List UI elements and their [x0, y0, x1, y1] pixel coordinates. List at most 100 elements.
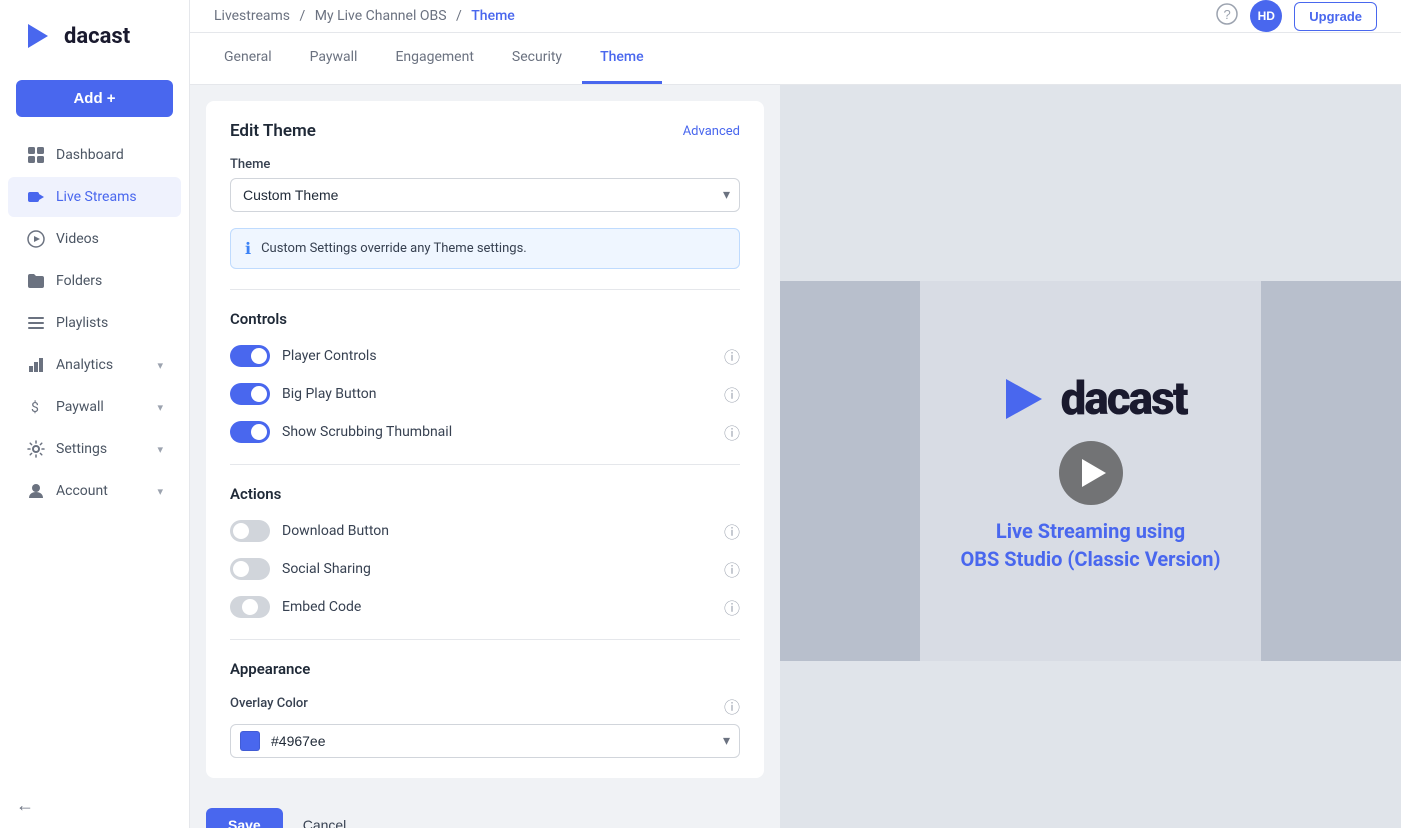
svg-text:?: ?	[1224, 7, 1231, 22]
sidebar-item-folders[interactable]: Folders	[8, 261, 181, 301]
info-text: Custom Settings override any Theme setti…	[261, 241, 527, 256]
sidebar-item-paywall[interactable]: $ Paywall ▾	[8, 387, 181, 427]
preview-caption: Live Streaming using OBS Studio (Classic…	[960, 517, 1220, 573]
sidebar-item-dashboard[interactable]: Dashboard	[8, 135, 181, 175]
preview-caption-line2: OBS Studio (Classic Version)	[960, 547, 1220, 571]
play-circle[interactable]	[1059, 441, 1123, 505]
play-triangle	[1082, 459, 1106, 487]
download-info-icon[interactable]: ⓘ	[724, 519, 740, 543]
edit-scroll-area: Edit Theme Advanced Theme Custom Theme D…	[190, 85, 780, 794]
actions-section-title: Actions	[230, 485, 740, 503]
scrubbing-row: Show Scrubbing Thumbnail ⓘ	[230, 420, 740, 444]
player-controls-info-icon[interactable]: ⓘ	[724, 344, 740, 368]
social-sharing-row: Social Sharing ⓘ	[230, 557, 740, 581]
theme-field-label: Theme	[230, 157, 740, 172]
sidebar-item-label: Analytics	[56, 357, 113, 373]
sidebar-item-videos[interactable]: Videos	[8, 219, 181, 259]
cancel-button[interactable]: Cancel	[293, 808, 357, 828]
toggle-knob	[251, 386, 267, 402]
left-edit-area: Edit Theme Advanced Theme Custom Theme D…	[190, 85, 780, 828]
chevron-down-icon: ▾	[157, 485, 163, 498]
sidebar-item-label: Folders	[56, 273, 102, 289]
sidebar-item-label: Dashboard	[56, 147, 124, 163]
big-play-info-icon[interactable]: ⓘ	[724, 382, 740, 406]
user-avatar-button[interactable]: HD	[1250, 0, 1282, 32]
dollar-icon: $	[26, 397, 46, 417]
tab-general[interactable]: General	[206, 33, 290, 84]
breadcrumb-livestreams[interactable]: Livestreams	[214, 8, 290, 24]
video-icon	[26, 187, 46, 207]
sidebar-item-label: Paywall	[56, 399, 104, 415]
dacast-logo-icon	[20, 18, 56, 54]
sidebar-item-live-streams[interactable]: Live Streams	[8, 177, 181, 217]
breadcrumb-channel[interactable]: My Live Channel OBS	[315, 8, 447, 24]
chevron-down-icon: ▾	[157, 401, 163, 414]
section-divider-controls	[230, 289, 740, 290]
player-controls-toggle[interactable]	[230, 345, 270, 367]
preview-side-right	[1261, 281, 1401, 661]
topbar: Livestreams / My Live Channel OBS / Them…	[190, 0, 1401, 33]
embed-toggle[interactable]	[230, 596, 270, 618]
tabs-bar: General Paywall Engagement Security Them…	[190, 33, 1401, 85]
big-play-toggle[interactable]	[230, 383, 270, 405]
scrubbing-info-icon[interactable]: ⓘ	[724, 420, 740, 444]
person-icon	[26, 481, 46, 501]
overlay-label-row: Overlay Color ⓘ	[230, 694, 740, 718]
edit-theme-card: Edit Theme Advanced Theme Custom Theme D…	[206, 101, 764, 778]
breadcrumb-sep: /	[456, 8, 462, 24]
preview-logo-text: dacast	[1060, 372, 1186, 426]
preview-logo: dacast	[994, 369, 1186, 429]
toggle-knob	[251, 424, 267, 440]
big-play-label: Big Play Button	[282, 386, 377, 402]
big-play-left: Big Play Button	[230, 383, 377, 405]
download-left: Download Button	[230, 520, 389, 542]
social-label: Social Sharing	[282, 561, 371, 577]
sidebar-item-label: Settings	[56, 441, 107, 457]
collapse-sidebar-button[interactable]: ←	[16, 795, 34, 816]
sidebar-item-playlists[interactable]: Playlists	[8, 303, 181, 343]
sidebar-item-analytics[interactable]: Analytics ▾	[8, 345, 181, 385]
social-toggle[interactable]	[230, 558, 270, 580]
tab-theme[interactable]: Theme	[582, 33, 662, 84]
topbar-actions: ? HD Upgrade	[1216, 0, 1377, 32]
upgrade-button[interactable]: Upgrade	[1294, 2, 1377, 31]
sidebar-item-settings[interactable]: Settings ▾	[8, 429, 181, 469]
section-divider-appearance	[230, 639, 740, 640]
tab-engagement[interactable]: Engagement	[377, 33, 491, 84]
social-left: Social Sharing	[230, 558, 371, 580]
sidebar-item-label: Videos	[56, 231, 99, 247]
help-button[interactable]: ?	[1216, 3, 1238, 30]
embed-info-icon[interactable]: ⓘ	[724, 595, 740, 619]
theme-select[interactable]: Custom Theme Default	[230, 178, 740, 212]
download-toggle[interactable]	[230, 520, 270, 542]
add-button[interactable]: Add +	[16, 80, 173, 117]
svg-text:$: $	[31, 399, 39, 416]
tab-paywall[interactable]: Paywall	[292, 33, 376, 84]
bar-chart-icon	[26, 355, 46, 375]
overlay-info-icon[interactable]: ⓘ	[724, 694, 740, 718]
scrubbing-toggle[interactable]	[230, 421, 270, 443]
toggle-knob	[242, 599, 258, 615]
logo-area: dacast	[0, 0, 189, 72]
save-button[interactable]: Save	[206, 808, 283, 828]
color-swatch[interactable]	[240, 731, 260, 751]
breadcrumb-current: Theme	[471, 8, 515, 24]
controls-section-title: Controls	[230, 310, 740, 328]
sidebar-item-label: Account	[56, 483, 108, 499]
sidebar-collapse-area: ←	[0, 783, 189, 828]
toggle-knob	[233, 561, 249, 577]
embed-label: Embed Code	[282, 599, 361, 615]
advanced-link[interactable]: Advanced	[683, 124, 740, 139]
embed-left: Embed Code	[230, 596, 361, 618]
player-controls-label: Player Controls	[282, 348, 377, 364]
social-info-icon[interactable]: ⓘ	[724, 557, 740, 581]
sidebar-item-account[interactable]: Account ▾	[8, 471, 181, 511]
overlay-color-input[interactable]	[230, 724, 740, 758]
big-play-button-row: Big Play Button ⓘ	[230, 382, 740, 406]
split-layout: Edit Theme Advanced Theme Custom Theme D…	[190, 85, 1401, 828]
info-box: ℹ Custom Settings override any Theme set…	[230, 228, 740, 269]
tab-security[interactable]: Security	[494, 33, 580, 84]
preview-side-left	[780, 281, 920, 661]
preview-center: dacast Live Streaming using OBS Studio (…	[920, 281, 1261, 661]
grid-icon	[26, 145, 46, 165]
